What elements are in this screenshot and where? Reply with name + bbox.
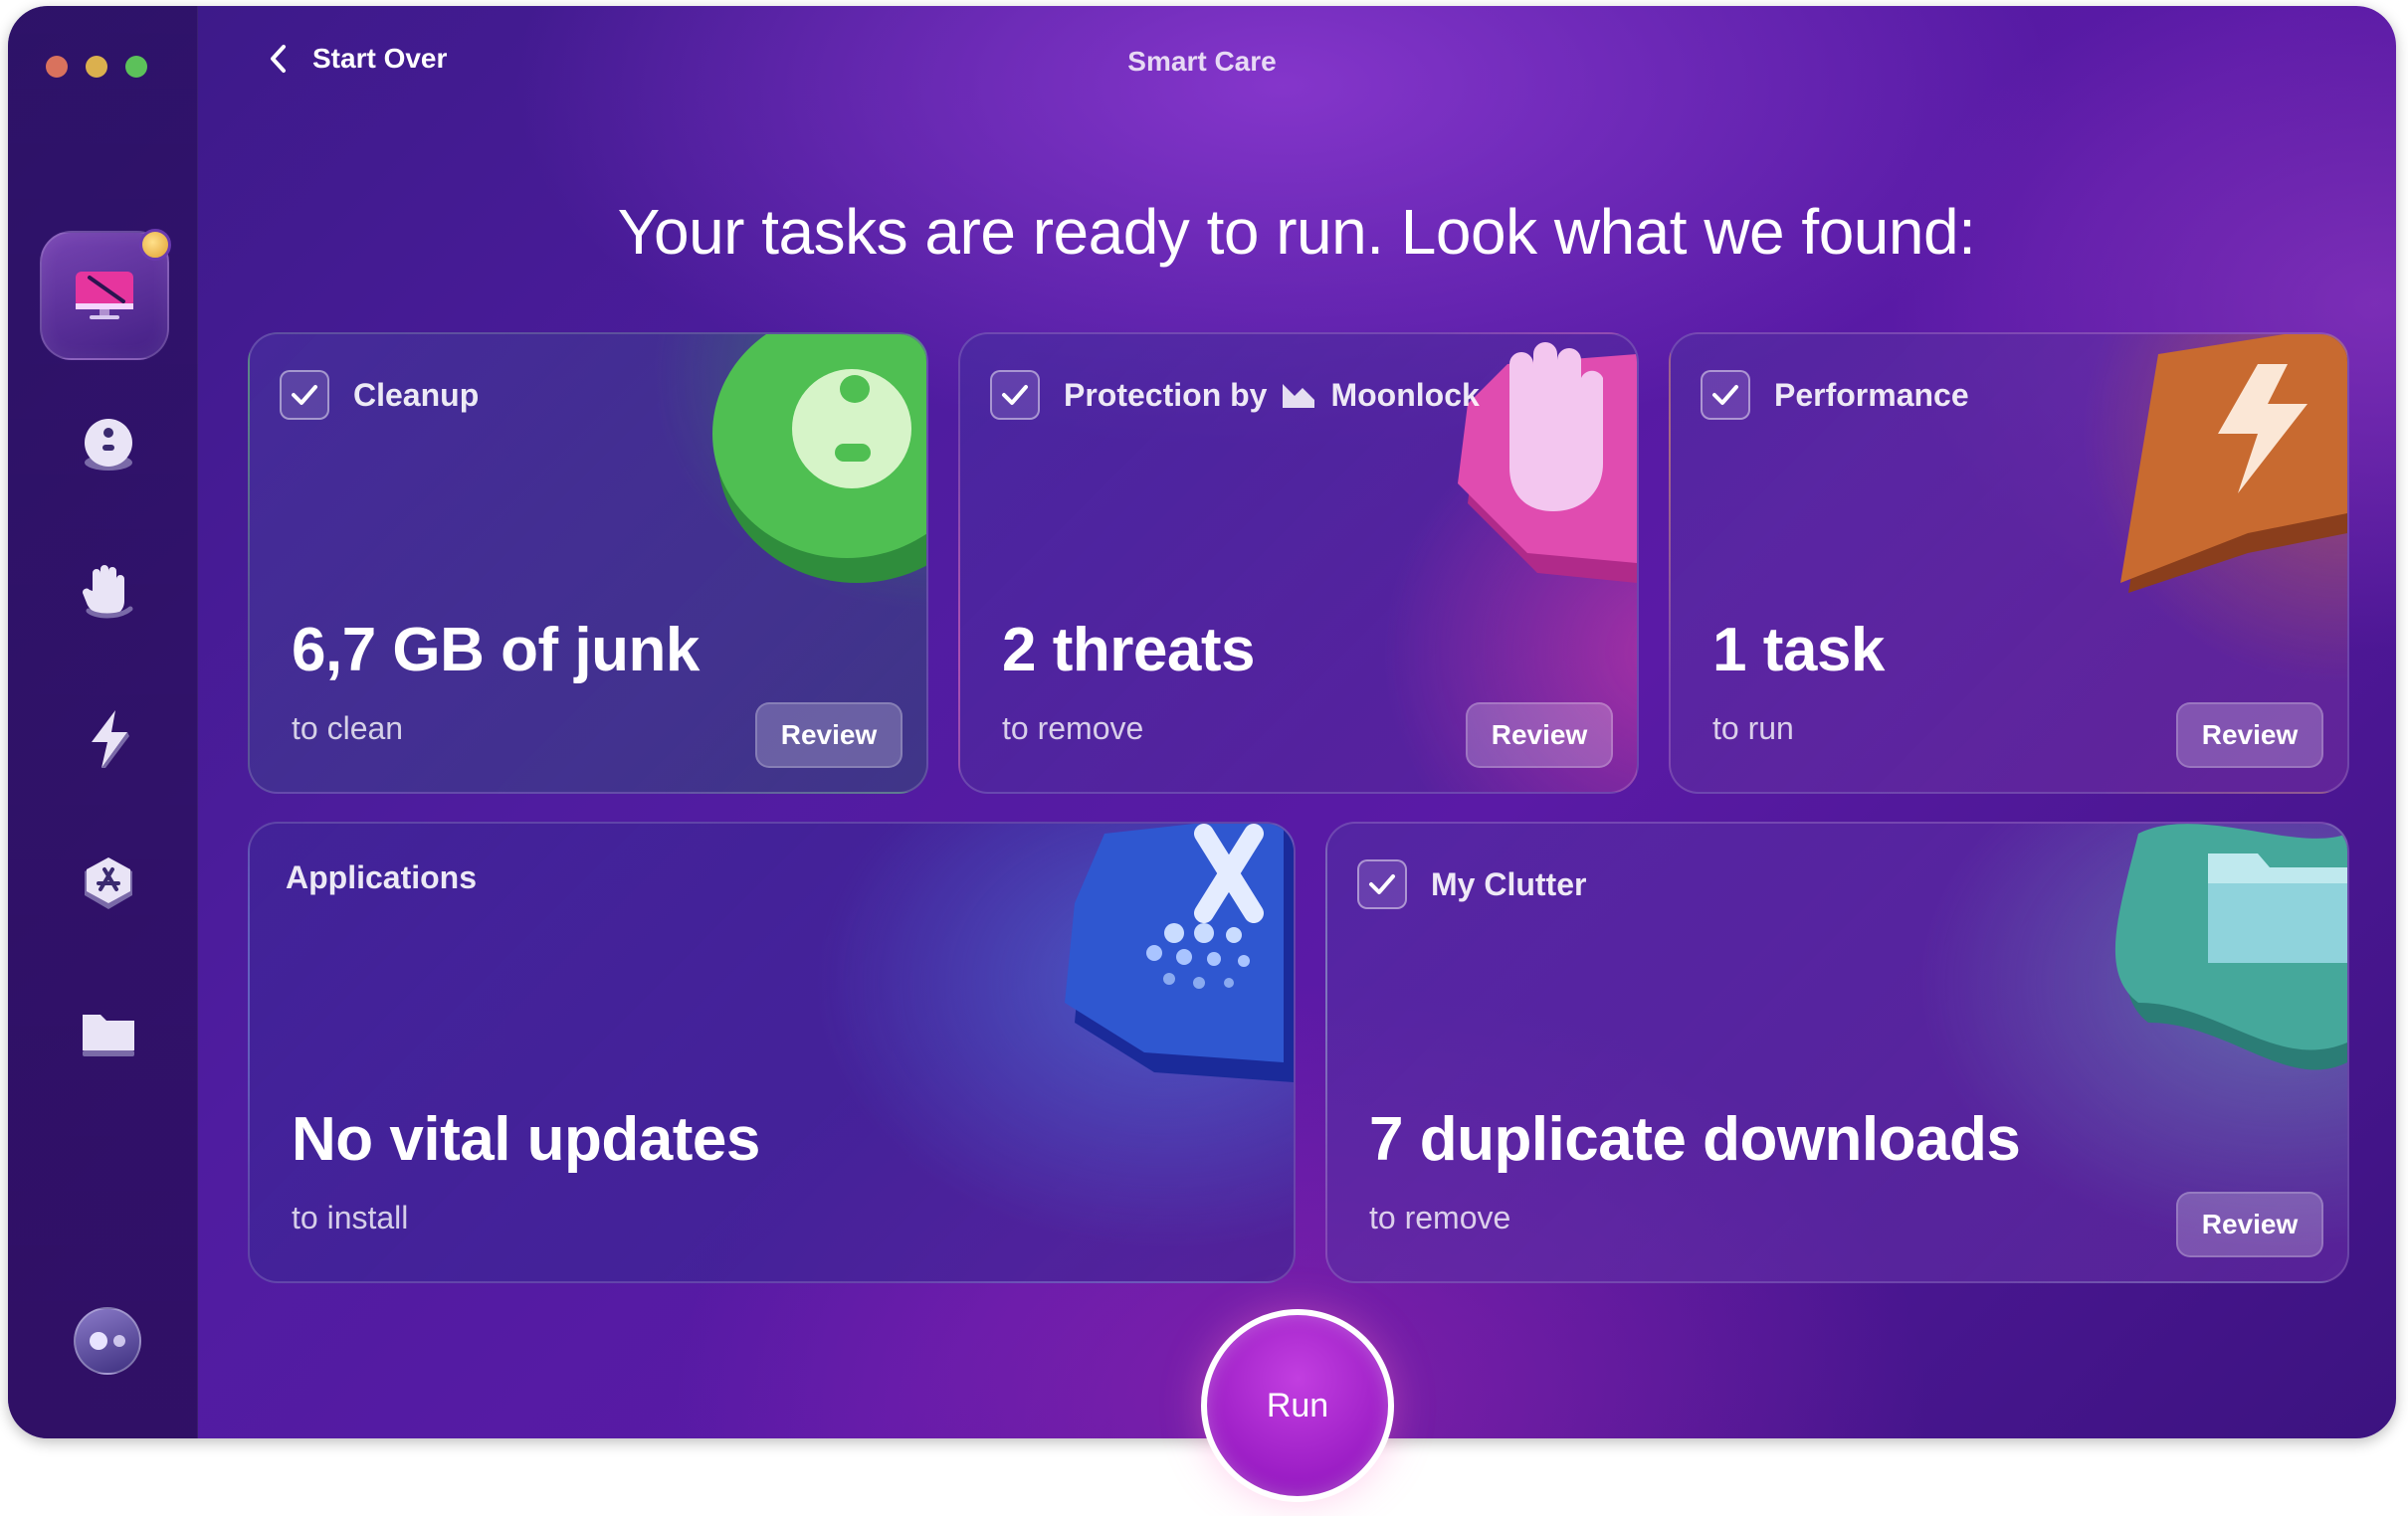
sidebar-item-applications[interactable]	[68, 846, 149, 927]
my-clutter-checkbox[interactable]	[1357, 859, 1407, 909]
performance-checkbox[interactable]	[1701, 370, 1750, 420]
protection-title-prefix: Protection by	[1064, 376, 1268, 413]
notification-dot	[139, 229, 171, 261]
applications-card: Applications No vital updates to install	[248, 822, 1296, 1283]
protection-header: Protection by Moonlock	[990, 370, 1480, 420]
protection-review-button[interactable]: Review	[1466, 702, 1613, 768]
performance-title: Performance	[1774, 376, 1969, 413]
my-clutter-review-button[interactable]: Review	[2176, 1192, 2323, 1257]
cleanup-subtitle: to clean	[292, 710, 404, 746]
disc-icon	[85, 419, 132, 471]
my-clutter-card: My Clutter 7 duplicate downloads to remo…	[1325, 822, 2349, 1283]
sidebar	[8, 6, 198, 1438]
performance-bolt-illustration	[2120, 334, 2347, 593]
applications-subtitle: to install	[292, 1200, 409, 1235]
applications-illustration	[1065, 824, 1294, 1082]
my-clutter-subtitle: to remove	[1369, 1200, 1511, 1235]
folder-icon	[83, 1015, 134, 1056]
cleanup-title: Cleanup	[353, 376, 480, 413]
checkmark-icon	[1712, 385, 1738, 405]
cleanup-checkbox[interactable]	[280, 370, 329, 420]
sidebar-item-protection[interactable]	[68, 551, 149, 633]
protection-subtitle: to remove	[1002, 710, 1144, 746]
clutter-folder-illustration	[2114, 824, 2347, 1070]
performance-review-button[interactable]: Review	[2176, 702, 2323, 768]
protection-checkbox[interactable]	[990, 370, 1040, 420]
applications-header: Applications	[286, 859, 477, 896]
performance-subtitle: to run	[1712, 710, 1794, 746]
performance-card: Performance 1 task to run Review	[1669, 332, 2349, 794]
window-title: Smart Care	[1127, 46, 1277, 77]
my-clutter-title: My Clutter	[1431, 865, 1587, 902]
sidebar-item-smart-care[interactable]	[40, 229, 171, 360]
app-store-icon	[85, 857, 132, 909]
sidebar-item-cleanup[interactable]	[68, 404, 149, 485]
protection-title-brand: Moonlock	[1330, 376, 1480, 413]
run-button[interactable]: Run	[1207, 1315, 1388, 1496]
page-title: Your tasks are ready to run. Look what w…	[617, 196, 1976, 268]
performance-header: Performance	[1701, 370, 1969, 420]
cleanup-disc-illustration	[712, 334, 926, 583]
applications-summary: No vital updates	[292, 1105, 760, 1174]
checkmark-icon	[1369, 874, 1395, 894]
run-button-ring: Run	[1201, 1309, 1394, 1502]
hand-icon	[82, 565, 133, 619]
bolt-icon	[92, 710, 129, 768]
sidebar-item-performance[interactable]	[68, 698, 149, 780]
assistant-icon	[90, 1332, 107, 1350]
my-clutter-header: My Clutter	[1357, 859, 1586, 909]
checkmark-icon	[1002, 385, 1028, 405]
sidebar-item-my-clutter[interactable]	[68, 993, 149, 1074]
applications-title: Applications	[286, 859, 478, 895]
monitor-icon	[76, 272, 133, 319]
cleanup-card: Cleanup 6,7 GB of junk to clean Review	[248, 332, 928, 794]
protection-card: Protection by Moonlock 2 threats to remo…	[958, 332, 1639, 794]
my-clutter-summary: 7 duplicate downloads	[1369, 1105, 2021, 1174]
cleanup-review-button[interactable]: Review	[755, 702, 903, 768]
cleanup-summary: 6,7 GB of junk	[292, 616, 700, 684]
checkmark-icon	[292, 385, 317, 405]
cleanup-header: Cleanup	[280, 370, 479, 420]
protection-title: Protection by Moonlock	[1064, 377, 1480, 414]
assistant-button[interactable]	[74, 1307, 141, 1375]
performance-summary: 1 task	[1712, 616, 1885, 684]
protection-summary: 2 threats	[1002, 616, 1255, 684]
moonlock-logo-icon	[1283, 384, 1315, 408]
app-window: Start Over Smart Care Your tasks are rea…	[8, 6, 2396, 1438]
